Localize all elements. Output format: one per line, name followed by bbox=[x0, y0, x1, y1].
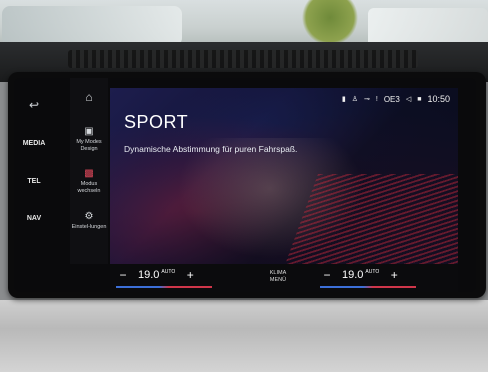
nav-button[interactable]: NAV bbox=[14, 215, 54, 222]
speaker-icon: ◁ bbox=[405, 96, 412, 103]
background-car bbox=[2, 6, 182, 46]
panel-menu: ⌂ ▣ My Modes Design ▩ Modus wechseln ⚙ E… bbox=[70, 78, 108, 264]
modes-switch-icon: ▩ bbox=[84, 168, 94, 179]
clock: 10:50 bbox=[427, 94, 450, 104]
background-tree bbox=[300, 0, 360, 44]
passenger-temp-display[interactable]: 19.0 AUTO bbox=[342, 269, 379, 281]
climate-driver: − 19.0 AUTO + bbox=[118, 268, 195, 282]
einstellungen-button[interactable]: ⚙ Einstel-lungen bbox=[70, 211, 108, 231]
user-icon: ♙ bbox=[351, 96, 358, 103]
bluetooth-icon: ▮ bbox=[341, 96, 346, 103]
passenger-temp-mode: AUTO bbox=[365, 269, 380, 275]
tel-button[interactable]: TEL bbox=[14, 178, 54, 185]
driver-temp-mode: AUTO bbox=[161, 269, 176, 275]
my-modes-design-label: My Modes Design bbox=[76, 139, 102, 152]
driver-temp-plus-button[interactable]: + bbox=[185, 268, 195, 282]
driver-temp-value: 19.0 bbox=[138, 269, 160, 281]
driver-temp-minus-button[interactable]: − bbox=[118, 268, 128, 282]
klima-menu-button[interactable]: KLIMA MENÜ bbox=[260, 270, 296, 284]
climate-passenger: − 19.0 AUTO + bbox=[322, 268, 399, 282]
radio-station-text: OE3 bbox=[383, 94, 400, 104]
back-button[interactable]: ↩ bbox=[14, 98, 54, 112]
mute-icon: ⊸ bbox=[364, 96, 370, 103]
alert-icon: ! bbox=[375, 95, 378, 103]
passenger-temp-gradient bbox=[320, 286, 416, 288]
passenger-temp-minus-button[interactable]: − bbox=[322, 268, 332, 282]
home-icon: ⌂ bbox=[85, 90, 93, 104]
mode-title: SPORT bbox=[124, 112, 189, 132]
driver-temp-display[interactable]: 19.0 AUTO bbox=[138, 269, 175, 281]
phone-icon: ■ bbox=[417, 95, 422, 103]
infotainment-screen: ↩ MEDIA TEL NAV ⌂ ▣ My Modes Design ▩ Mo… bbox=[14, 78, 476, 292]
modus-wechseln-button[interactable]: ▩ Modus wechseln bbox=[70, 168, 108, 194]
media-button[interactable]: MEDIA bbox=[14, 140, 54, 147]
driver-temp-gradient bbox=[116, 286, 212, 288]
passenger-temp-plus-button[interactable]: + bbox=[389, 268, 399, 282]
home-button[interactable]: ⌂ bbox=[70, 90, 108, 104]
dashboard-lower-trim bbox=[0, 300, 488, 372]
einstellungen-label: Einstel-lungen bbox=[71, 224, 107, 230]
menu-label: MENÜ bbox=[269, 277, 287, 283]
back-arrow-icon: ↩ bbox=[28, 98, 40, 112]
status-bar: ▮ ♙ ⊸ ! OE3 ◁ ■ 10:50 bbox=[342, 94, 450, 104]
mode-description: Dynamische Abstimmung für puren Fahrspaß… bbox=[124, 144, 298, 154]
gear-icon: ⚙ bbox=[84, 211, 94, 222]
my-mode-sport-panel: SPORT Dynamische Abstimmung für puren Fa… bbox=[110, 88, 458, 264]
image-icon: ▣ bbox=[84, 126, 94, 137]
my-modes-design-button[interactable]: ▣ My Modes Design bbox=[70, 126, 108, 152]
modus-wechseln-label: Modus wechseln bbox=[77, 181, 101, 194]
klima-label: KLIMA bbox=[269, 270, 287, 276]
passenger-temp-value: 19.0 bbox=[342, 269, 364, 281]
climate-bar: − 19.0 AUTO + KLIMA MENÜ − 19.0 AUTO + bbox=[110, 264, 458, 292]
air-vent bbox=[68, 50, 418, 68]
